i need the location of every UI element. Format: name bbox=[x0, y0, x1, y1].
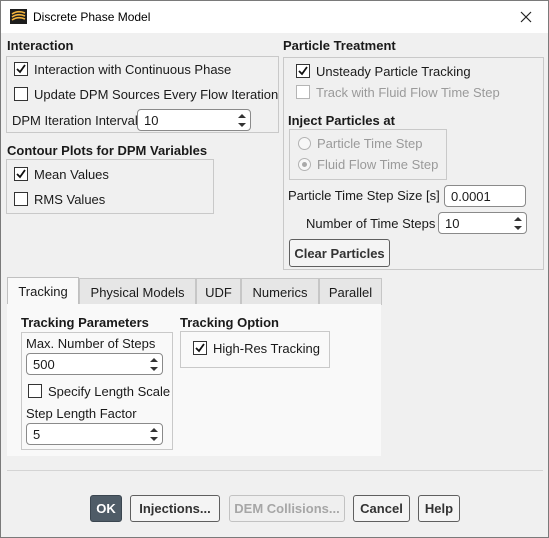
dem-collisions-button[interactable]: DEM Collisions... bbox=[229, 495, 345, 522]
app-icon bbox=[10, 9, 27, 24]
spinner-arrows-icon[interactable] bbox=[149, 426, 159, 443]
step-length-value: 5 bbox=[33, 427, 41, 442]
tab-parallel[interactable]: Parallel bbox=[319, 278, 382, 305]
time-step-size-label: Particle Time Step Size [s] bbox=[288, 188, 440, 203]
num-time-steps-value: 10 bbox=[445, 216, 460, 231]
tracking-params-title: Tracking Parameters bbox=[21, 315, 149, 330]
particle-time-step-label: Particle Time Step bbox=[317, 136, 423, 151]
interaction-continuous-checkbox[interactable] bbox=[14, 62, 28, 76]
tab-udf[interactable]: UDF bbox=[196, 278, 241, 305]
specify-length-checkbox[interactable] bbox=[28, 384, 42, 398]
max-steps-label: Max. Number of Steps bbox=[26, 336, 156, 351]
dpm-iteration-interval-value: 10 bbox=[144, 113, 159, 128]
cancel-button[interactable]: Cancel bbox=[353, 495, 410, 522]
checkmark-icon bbox=[195, 343, 205, 353]
step-length-input[interactable]: 5 bbox=[26, 423, 163, 445]
unsteady-tracking-checkbox[interactable] bbox=[296, 64, 310, 78]
fluid-flow-time-step-label: Fluid Flow Time Step bbox=[317, 157, 439, 172]
fluid-flow-time-step-radio[interactable] bbox=[298, 158, 311, 171]
particle-time-step-radio[interactable] bbox=[298, 137, 311, 150]
clear-particles-button[interactable]: Clear Particles bbox=[289, 239, 390, 267]
specify-length-label: Specify Length Scale bbox=[48, 384, 171, 399]
ok-button[interactable]: OK bbox=[90, 495, 122, 522]
high-res-label: High-Res Tracking bbox=[213, 341, 320, 356]
interaction-title: Interaction bbox=[7, 38, 74, 53]
inject-particles-title: Inject Particles at bbox=[288, 113, 395, 128]
time-step-size-input[interactable]: 0.0001 bbox=[444, 185, 526, 207]
step-length-label: Step Length Factor bbox=[26, 406, 137, 421]
checkmark-icon bbox=[16, 64, 26, 74]
num-time-steps-input[interactable]: 10 bbox=[438, 212, 527, 234]
max-steps-input[interactable]: 500 bbox=[26, 353, 163, 375]
mean-values-checkbox[interactable] bbox=[14, 167, 28, 181]
mean-values-label: Mean Values bbox=[34, 167, 109, 182]
unsteady-tracking-label: Unsteady Particle Tracking bbox=[316, 64, 471, 79]
tab-physical-models[interactable]: Physical Models bbox=[79, 278, 196, 305]
spinner-arrows-icon[interactable] bbox=[149, 356, 159, 373]
help-button[interactable]: Help bbox=[418, 495, 460, 522]
window-title: Discrete Phase Model bbox=[33, 10, 151, 24]
injections-button[interactable]: Injections... bbox=[130, 495, 220, 522]
max-steps-value: 500 bbox=[33, 357, 55, 372]
track-with-fluid-label: Track with Fluid Flow Time Step bbox=[316, 85, 500, 100]
track-with-fluid-checkbox[interactable] bbox=[296, 85, 310, 99]
tracking-option-title: Tracking Option bbox=[180, 315, 279, 330]
update-sources-label: Update DPM Sources Every Flow Iteration bbox=[34, 87, 279, 102]
dpm-iteration-interval-input[interactable]: 10 bbox=[137, 109, 251, 131]
interaction-continuous-label: Interaction with Continuous Phase bbox=[34, 62, 232, 77]
particle-treatment-title: Particle Treatment bbox=[283, 38, 396, 53]
contour-title: Contour Plots for DPM Variables bbox=[7, 143, 208, 158]
high-res-checkbox[interactable] bbox=[193, 341, 207, 355]
spinner-arrows-icon[interactable] bbox=[237, 112, 247, 129]
tab-tracking[interactable]: Tracking bbox=[7, 277, 79, 305]
radio-selected-dot bbox=[302, 162, 307, 167]
close-icon[interactable] bbox=[504, 1, 548, 33]
rms-values-checkbox[interactable] bbox=[14, 192, 28, 206]
title-bar: Discrete Phase Model bbox=[1, 1, 548, 33]
spinner-arrows-icon[interactable] bbox=[513, 215, 523, 232]
num-time-steps-label: Number of Time Steps bbox=[306, 216, 436, 231]
rms-values-label: RMS Values bbox=[34, 192, 106, 207]
tab-numerics[interactable]: Numerics bbox=[241, 278, 319, 305]
checkmark-icon bbox=[16, 169, 26, 179]
checkmark-icon bbox=[298, 66, 308, 76]
footer-divider bbox=[7, 470, 543, 471]
update-sources-checkbox[interactable] bbox=[14, 87, 28, 101]
dpm-iteration-interval-label: DPM Iteration Interval bbox=[12, 113, 138, 128]
time-step-size-value: 0.0001 bbox=[451, 189, 491, 204]
dialog-window: Discrete Phase Model Interaction Interac… bbox=[0, 0, 549, 538]
